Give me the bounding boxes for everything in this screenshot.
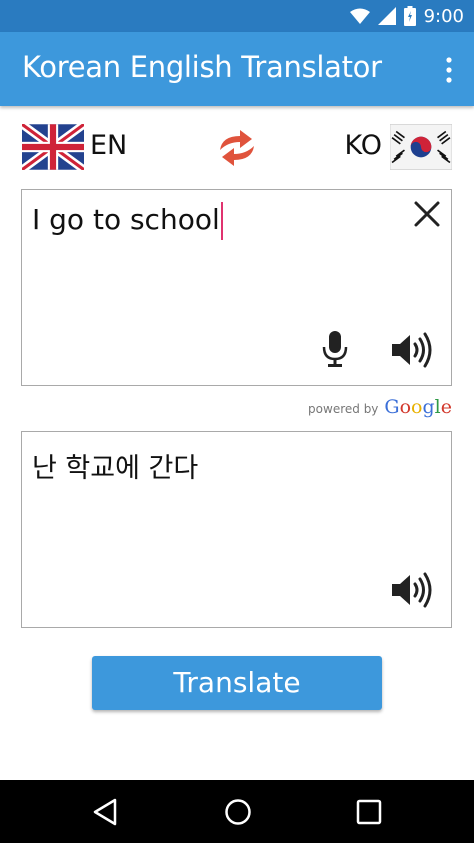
translation-output-text: 난 학교에 간다	[32, 453, 199, 484]
translation-output-box: 난 학교에 간다	[21, 431, 452, 628]
app-bar: Korean English Translator	[0, 32, 474, 106]
status-bar: 9:00	[0, 0, 474, 32]
overflow-menu-icon[interactable]	[442, 56, 456, 84]
signal-icon	[377, 7, 396, 25]
target-language-code[interactable]: KO	[345, 130, 382, 161]
navigation-bar	[0, 780, 474, 843]
battery-icon	[403, 6, 416, 26]
translate-button[interactable]: Translate	[92, 656, 382, 710]
recents-icon[interactable]	[356, 799, 382, 825]
wifi-icon	[349, 8, 370, 24]
powered-by-label: powered by	[308, 402, 379, 416]
source-text-input[interactable]: I go to school	[32, 202, 223, 240]
app-title: Korean English Translator	[22, 50, 382, 84]
clear-icon[interactable]	[413, 200, 441, 228]
status-icons: 9:00	[349, 5, 464, 27]
language-selector-row: EN KO	[0, 120, 474, 176]
speaker-icon[interactable]	[390, 572, 434, 608]
swap-icon[interactable]	[214, 128, 260, 168]
status-time: 9:00	[423, 5, 464, 27]
source-language-code[interactable]: EN	[90, 130, 127, 161]
speaker-icon[interactable]	[390, 332, 434, 368]
powered-by-google: powered by Google	[308, 396, 452, 418]
google-logo: Google	[384, 396, 452, 418]
source-text-box[interactable]: I go to school	[21, 189, 452, 386]
south-korea-flag-icon[interactable]	[390, 124, 452, 170]
uk-flag-icon[interactable]	[22, 124, 84, 170]
text-cursor	[220, 202, 223, 240]
home-icon[interactable]	[224, 798, 252, 826]
back-icon[interactable]	[92, 798, 118, 826]
microphone-icon[interactable]	[322, 330, 348, 368]
